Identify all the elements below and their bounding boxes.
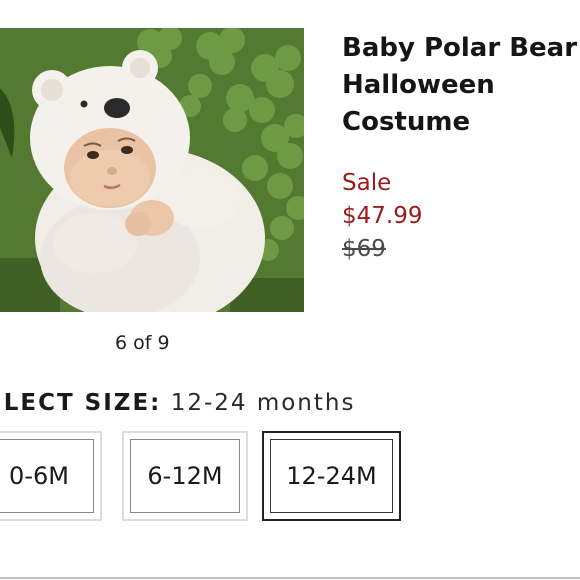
sale-price: $47.99 [342, 203, 423, 229]
original-price: $69 [342, 236, 386, 262]
size-option-label: 0-6M [0, 439, 94, 513]
selected-size-value: 12-24 months [170, 390, 356, 416]
size-selector-label: ELECT SIZE: [0, 390, 162, 416]
size-option-0-6m[interactable]: 0-6M [0, 431, 102, 521]
size-option-6-12m[interactable]: 6-12M [122, 431, 248, 521]
size-option-12-24m[interactable]: 12-24M [262, 431, 401, 521]
size-option-label: 12-24M [270, 439, 393, 513]
size-selector-heading: ELECT SIZE: 12-24 months [0, 390, 355, 416]
product-image[interactable] [0, 28, 304, 312]
size-option-label: 6-12M [130, 439, 240, 513]
product-photo-illustration [0, 28, 304, 312]
sale-label: Sale [342, 170, 392, 196]
image-counter: 6 of 9 [115, 332, 170, 354]
product-title: Baby Polar Bear Halloween Costume [342, 33, 578, 137]
divider [0, 577, 580, 579]
